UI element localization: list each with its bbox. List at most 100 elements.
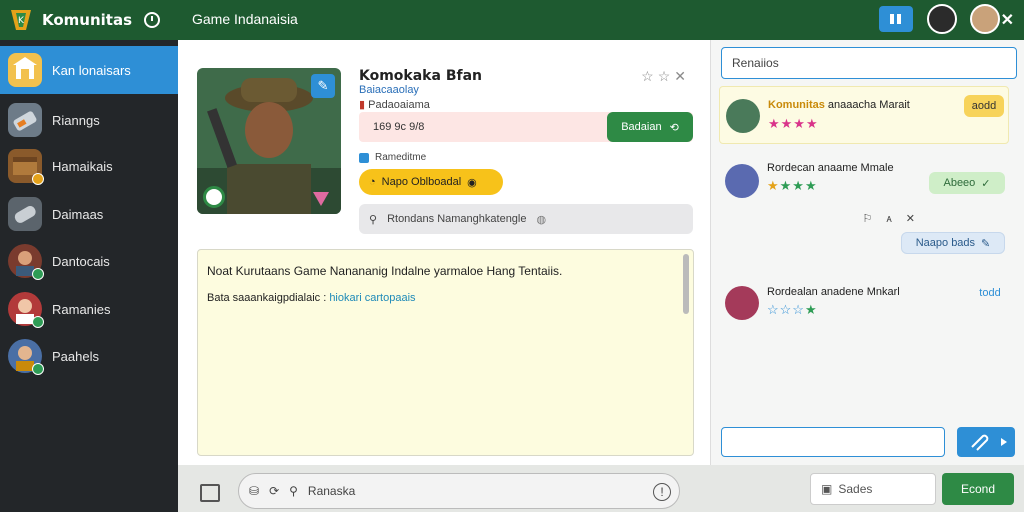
right-panel: Renaiios Komunitas anaaacha Marait ★★★★ … <box>710 40 1024 465</box>
sidebar-item-daimaas[interactable]: Daimaas <box>0 190 178 238</box>
rating-stars: ☆☆☆★ <box>767 302 818 317</box>
sidebar-item-label: Dantocais <box>52 253 110 269</box>
list-item[interactable]: Rordealan anadene Mnkarl ☆☆☆★ todd <box>719 276 1009 334</box>
list-item[interactable]: ⚐ᴀ✕ Naapo bads ✎ <box>719 210 1009 266</box>
title-highlight: Komunitas <box>768 99 825 111</box>
save-field-text: Sades <box>838 482 873 496</box>
app-title: Komunitas <box>42 11 133 29</box>
search-value: Renaiios <box>732 56 779 70</box>
profile-search-input[interactable]: ⚲ Rtondans Namanghkatengle ◍ <box>359 204 693 234</box>
sidebar-item-label: Daimaas <box>52 206 104 222</box>
database-icon: ⛁ <box>249 484 260 498</box>
notes-area[interactable]: Noat Kurutaans Game Nanananig Indalne ya… <box>197 249 694 456</box>
character-portrait: ✎ <box>197 68 341 214</box>
rank-icon <box>313 192 329 206</box>
save-field[interactable]: ▣ Sades <box>810 473 936 505</box>
sidebar-item-dantocais[interactable]: Dantocais <box>0 237 178 285</box>
sidebar-header: K Komunitas <box>0 0 178 40</box>
close-icon[interactable]: ✕ <box>1001 10 1014 30</box>
reaction-icons: ⚐ᴀ✕ <box>862 213 929 225</box>
profile-subtitle: Baiacaaolay <box>359 84 419 96</box>
sidebar-item-home[interactable]: Kan lonaisars <box>0 46 178 94</box>
info-value: 169 9c 9/8 <box>373 121 425 133</box>
app-logo-icon: K <box>8 7 34 33</box>
list-item-title: Rordecan anaame Mmale <box>767 162 894 174</box>
avatar <box>725 164 759 198</box>
pill-label: Napo Oblboadal <box>381 176 462 188</box>
sidebar: K Komunitas Kan lonaisars Rianngs Hamaik… <box>0 0 178 512</box>
book-icon[interactable] <box>200 484 220 502</box>
online-badge-icon <box>32 268 44 280</box>
home-icon <box>8 53 42 87</box>
list-item[interactable]: Rordecan anaame Mmale ★★★★ Abeeo ✓ <box>719 152 1009 210</box>
send-button[interactable]: Econd <box>942 473 1014 505</box>
tag-label: Naapo bads <box>915 237 976 249</box>
save-icon: ▣ <box>821 482 833 496</box>
notes-link[interactable]: hiokari cartopaais <box>329 292 415 304</box>
button-label: Badaian <box>621 121 662 133</box>
top-bar: Game Indanaisia ✕ <box>178 0 1024 40</box>
flag-icon: ▮ <box>359 99 369 111</box>
right-search-input[interactable]: Renaiios <box>721 47 1017 79</box>
role-text: Padaoaiama <box>368 99 430 111</box>
sidebar-item-label: Paahels <box>52 348 99 364</box>
list-item[interactable]: Komunitas anaaacha Marait ★★★★ aodd <box>719 86 1009 144</box>
list-item-title: Rordealan anadene Mnkarl <box>767 286 900 298</box>
message-input[interactable] <box>721 427 945 457</box>
tag-badge: todd <box>979 287 1001 299</box>
notes-prefix: Bata saaankaigpdialaic : <box>207 292 327 304</box>
sidebar-item-paahels[interactable]: Paahels <box>0 332 178 380</box>
star-icon[interactable]: ☆ <box>658 68 675 84</box>
rating-stars: ★★★★ <box>767 178 818 193</box>
refresh-icon: ⟲ <box>669 121 679 134</box>
check-icon: ✓ <box>981 177 991 190</box>
tag-badge[interactable]: Naapo bads ✎ <box>901 232 1005 254</box>
search-placeholder: Rtondans Namanghkatengle <box>387 213 527 225</box>
avatar <box>726 99 760 133</box>
avatar <box>8 292 44 328</box>
search-icon: ⚲ <box>369 213 378 226</box>
notes-line: Bata saaankaigpdialaic : hiokari cartopa… <box>207 292 416 304</box>
sidebar-item-ramanies[interactable]: Ramanies <box>0 285 178 333</box>
online-badge-icon <box>32 316 44 328</box>
avatar <box>8 339 44 375</box>
attach-button[interactable] <box>957 427 1015 457</box>
close-icon[interactable]: ✕ <box>674 68 690 84</box>
gallery-button[interactable] <box>879 6 913 32</box>
profile-panel: ✎ Komokaka Bfan Baiacaaolay ▮ Padaoaiama… <box>178 40 710 465</box>
online-badge-icon <box>32 363 44 375</box>
list-item-title: Komunitas anaaacha Marait <box>768 99 910 111</box>
sidebar-item-rianngs[interactable]: Rianngs <box>0 96 178 144</box>
notes-line: Noat Kurutaans Game Nanananig Indalne ya… <box>207 264 563 278</box>
sidebar-item-hamaikais[interactable]: Hamaikais <box>0 142 178 190</box>
sidebar-item-label: Rianngs <box>52 112 100 128</box>
rating-stars: ★★★★ <box>768 116 819 131</box>
avatar <box>725 286 759 320</box>
bottom-bar: ⛁ ⟳ ⚲ Ranaska ! ▣ Sades Econd <box>178 465 1024 512</box>
clock-icon[interactable] <box>144 12 161 28</box>
info-bar: 169 9c 9/8 Badaian ⟲ <box>359 112 693 142</box>
edit-icon[interactable]: ✎ <box>311 74 335 98</box>
title-rest: anaaacha Marait <box>827 99 910 111</box>
scrollbar[interactable] <box>683 254 689 314</box>
window-title: Game Indanaisia <box>192 11 298 27</box>
user-avatar[interactable] <box>970 4 1000 34</box>
tag-badge[interactable]: Abeeo ✓ <box>929 172 1005 194</box>
star-icon[interactable]: ☆ <box>641 68 658 84</box>
profile-action-button[interactable]: Badaian ⟲ <box>607 112 693 142</box>
refresh-icon: ⟳ <box>269 484 280 498</box>
cylinder-icon <box>8 197 42 231</box>
help-icon[interactable]: ! <box>653 483 671 501</box>
sidebar-item-label: Kan lonaisars <box>52 62 131 78</box>
bottom-search-input[interactable]: ⛁ ⟳ ⚲ Ranaska ! <box>238 473 680 509</box>
online-status-icon <box>203 186 225 208</box>
status-pill[interactable]: ◔ Napo Oblboadal ◉ <box>359 169 503 195</box>
sidebar-item-label: Hamaikais <box>52 158 113 174</box>
tag-label: Abeeo <box>943 177 976 189</box>
controller-icon[interactable] <box>927 4 957 34</box>
badge-icon <box>32 173 44 185</box>
box-icon <box>8 149 44 185</box>
header-actions: ☆☆✕ <box>641 68 690 85</box>
target-icon: ◉ <box>467 176 477 189</box>
tag-icon <box>8 103 42 137</box>
